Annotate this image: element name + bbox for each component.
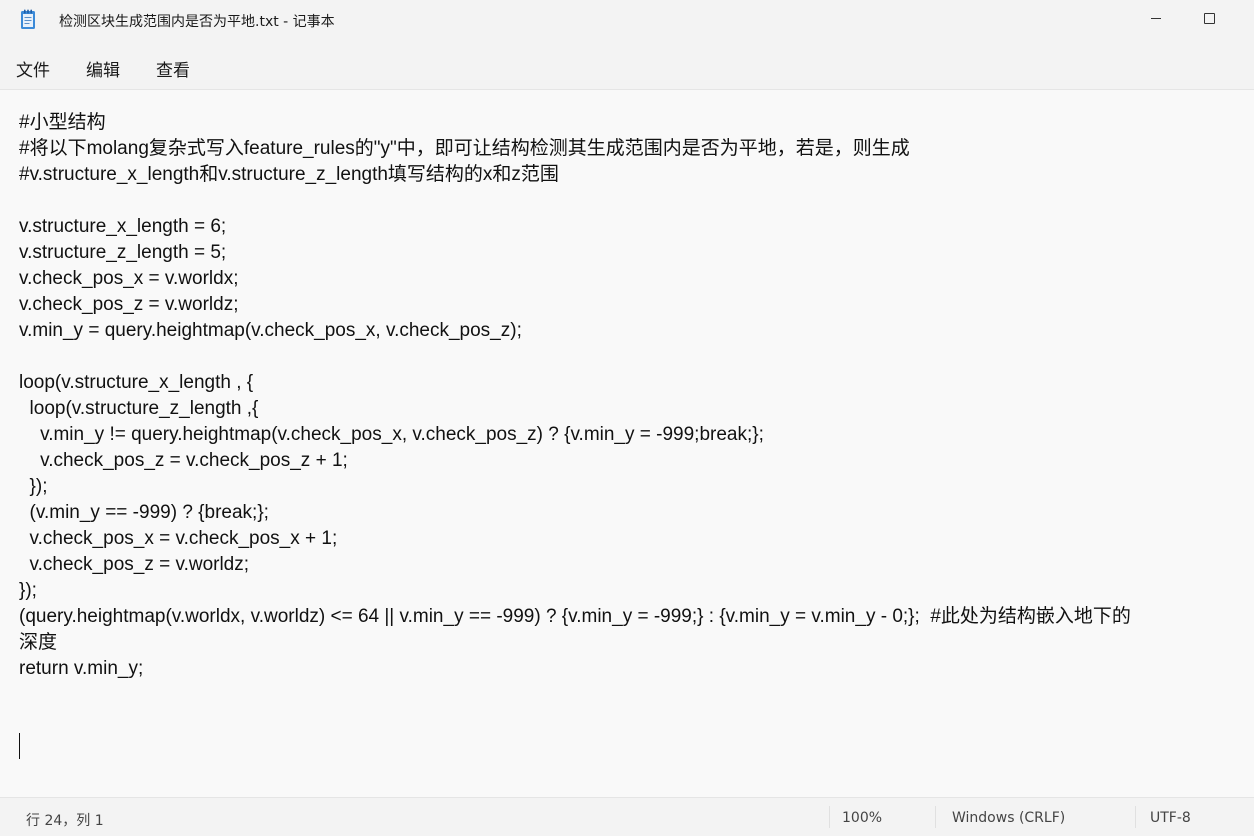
editor-line: return v.min_y; bbox=[19, 658, 144, 679]
status-divider bbox=[935, 806, 936, 828]
editor-line: v.check_pos_z = v.check_pos_z + 1; bbox=[19, 450, 348, 471]
text-caret bbox=[19, 733, 20, 759]
editor-line: }); bbox=[19, 476, 48, 497]
line-ending: Windows (CRLF) bbox=[952, 810, 1066, 826]
cursor-position: 行 24，列 1 bbox=[26, 813, 104, 829]
editor-line: (v.min_y == -999) ? {break;}; bbox=[19, 502, 269, 523]
notepad-icon bbox=[20, 9, 36, 30]
notepad-window: 检测区块生成范围内是否为平地.txt - 记事本 文件 编辑 查看 #小型结构 … bbox=[0, 0, 1254, 836]
title-bar[interactable]: 检测区块生成范围内是否为平地.txt - 记事本 bbox=[0, 0, 1254, 40]
maximize-icon bbox=[1203, 12, 1215, 24]
editor-line: v.min_y != query.heightmap(v.check_pos_x… bbox=[19, 424, 764, 445]
menu-edit[interactable]: 编辑 bbox=[86, 56, 120, 81]
window-title: 检测区块生成范围内是否为平地.txt - 记事本 bbox=[59, 14, 335, 30]
menu-file[interactable]: 文件 bbox=[16, 56, 50, 81]
status-divider bbox=[1135, 806, 1136, 828]
editor-line: loop(v.structure_z_length ,{ bbox=[19, 398, 259, 419]
editor-line: #v.structure_x_length和v.structure_z_leng… bbox=[19, 164, 559, 185]
editor-line: #将以下molang复杂式写入feature_rules的"y"中，即可让结构检… bbox=[19, 138, 910, 159]
text-editor[interactable]: #小型结构 #将以下molang复杂式写入feature_rules的"y"中，… bbox=[0, 90, 1254, 797]
editor-line: #小型结构 bbox=[19, 112, 106, 133]
menu-view[interactable]: 查看 bbox=[156, 56, 190, 81]
minimize-icon bbox=[1151, 17, 1161, 19]
status-divider bbox=[829, 806, 830, 828]
editor-line: v.structure_x_length = 6; bbox=[19, 216, 227, 237]
editor-line: v.min_y = query.heightmap(v.check_pos_x,… bbox=[19, 320, 522, 341]
editor-line: 深度 bbox=[19, 632, 58, 653]
zoom-level: 100% bbox=[842, 810, 883, 826]
editor-line: v.check_pos_x = v.worldx; bbox=[19, 268, 239, 289]
editor-line: }); bbox=[19, 580, 37, 601]
menu-bar: 文件 编辑 查看 bbox=[0, 40, 1254, 90]
editor-line: v.check_pos_z = v.worldz; bbox=[19, 294, 239, 315]
editor-line: (query.heightmap(v.worldx, v.worldz) <= … bbox=[19, 606, 1131, 627]
editor-line: loop(v.structure_x_length , { bbox=[19, 372, 254, 393]
minimize-button[interactable] bbox=[1133, 0, 1179, 36]
encoding: UTF-8 bbox=[1150, 810, 1191, 826]
status-bar: 行 24，列 1 100% Windows (CRLF) UTF-8 bbox=[0, 797, 1254, 836]
editor-line: v.structure_z_length = 5; bbox=[19, 242, 227, 263]
editor-line: v.check_pos_z = v.worldz; bbox=[19, 554, 250, 575]
editor-line: v.check_pos_x = v.check_pos_x + 1; bbox=[19, 528, 338, 549]
maximize-button[interactable] bbox=[1186, 0, 1232, 36]
